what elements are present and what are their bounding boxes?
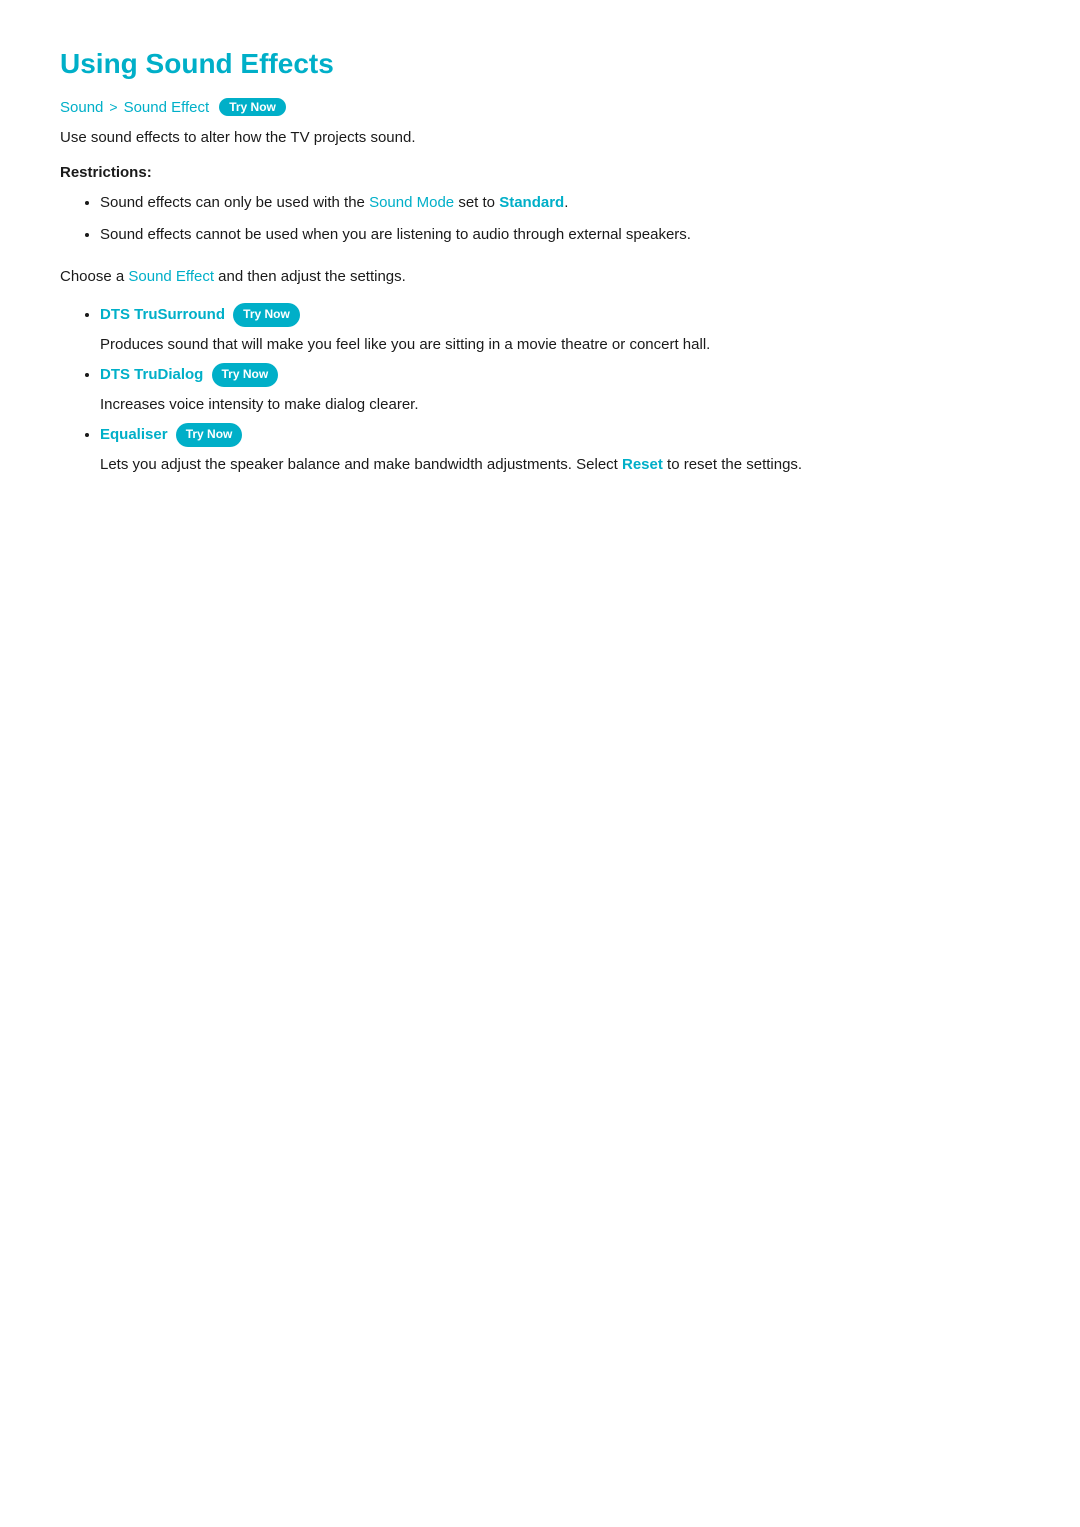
breadcrumb-sound-effect-link[interactable]: Sound Effect [124,99,210,116]
dts-trusurround-description: Produces sound that will make you feel l… [80,333,1020,357]
list-item: Sound effects can only be used with the … [100,191,1020,215]
dts-trudialog-description: Increases voice intensity to make dialog… [80,393,1020,417]
breadcrumb-sound-link[interactable]: Sound [60,99,103,116]
equaliser-desc-after: to reset the settings. [663,456,802,473]
list-item: Equaliser Try Now Lets you adjust the sp… [100,423,1020,477]
equaliser-label[interactable]: Equaliser [100,426,168,443]
choose-text-before: Choose a [60,268,128,285]
equaliser-description: Lets you adjust the speaker balance and … [80,453,1020,477]
standard-link[interactable]: Standard [499,194,564,211]
restriction-1-text-after: . [564,194,568,211]
restriction-1-text-before: Sound effects can only be used with the [100,194,369,211]
list-item: DTS TruSurround Try Now Produces sound t… [100,303,1020,357]
intro-text: Use sound effects to alter how the TV pr… [60,126,1020,150]
dts-trusurround-try-now-badge[interactable]: Try Now [233,303,300,326]
equaliser-desc-before: Lets you adjust the speaker balance and … [100,456,622,473]
restrictions-list: Sound effects can only be used with the … [60,191,1020,247]
breadcrumb-separator: > [109,99,117,115]
list-item: Sound effects cannot be used when you ar… [100,223,1020,247]
restrictions-heading: Restrictions: [60,164,1020,181]
sound-mode-link[interactable]: Sound Mode [369,194,454,211]
breadcrumb-try-now-badge[interactable]: Try Now [219,98,286,116]
dts-trusurround-label[interactable]: DTS TruSurround [100,306,225,323]
choose-text: Choose a Sound Effect and then adjust th… [60,265,1020,289]
effects-list: DTS TruSurround Try Now Produces sound t… [60,303,1020,477]
choose-text-after: and then adjust the settings. [214,268,406,285]
choose-sound-effect-link[interactable]: Sound Effect [128,268,214,285]
restriction-2-text: Sound effects cannot be used when you ar… [100,226,691,243]
dts-trudialog-try-now-badge[interactable]: Try Now [212,363,279,386]
dts-trudialog-label[interactable]: DTS TruDialog [100,366,203,383]
list-item: DTS TruDialog Try Now Increases voice in… [100,363,1020,417]
reset-link[interactable]: Reset [622,456,663,473]
breadcrumb: Sound > Sound Effect Try Now [60,98,1020,116]
equaliser-try-now-badge[interactable]: Try Now [176,423,243,446]
page-title: Using Sound Effects [60,48,1020,80]
restriction-1-text-middle: set to [454,194,499,211]
